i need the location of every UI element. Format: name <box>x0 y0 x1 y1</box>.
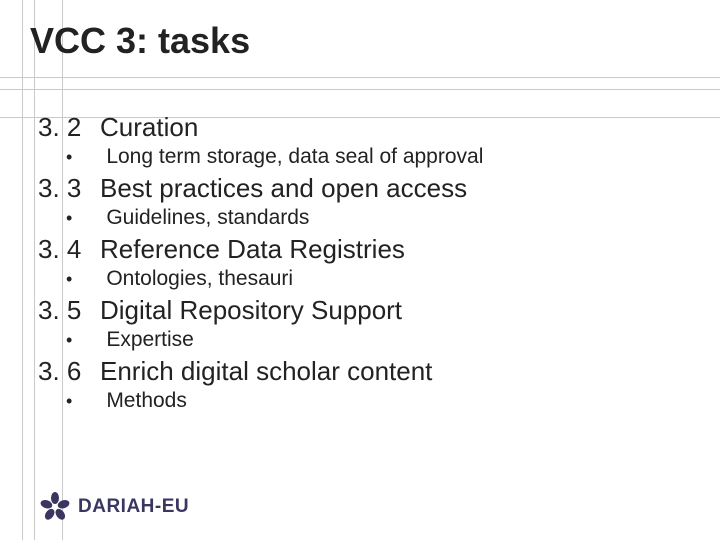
task-label: Best practices and open access <box>100 173 467 204</box>
task-item: 3. 6 Enrich digital scholar content <box>38 356 700 387</box>
bullet-icon: • <box>38 330 72 351</box>
task-sub: • Ontologies, thesauri <box>38 267 700 291</box>
task-label: Reference Data Registries <box>100 234 405 265</box>
grid-horizontal-1 <box>0 77 720 78</box>
grid-vertical-1 <box>22 0 23 540</box>
task-number: 3. 6 <box>38 356 100 387</box>
grid-horizontal-2 <box>0 89 720 90</box>
grid-vertical-2 <box>34 0 35 540</box>
bullet-icon: • <box>38 208 72 229</box>
bullet-icon: • <box>38 269 72 290</box>
bullet-icon: • <box>38 147 72 168</box>
bullet-icon: • <box>38 391 72 412</box>
task-label: Digital Repository Support <box>100 295 402 326</box>
task-sub: • Methods <box>38 389 700 413</box>
slide-title: VCC 3: tasks <box>30 20 250 62</box>
task-item: 3. 3 Best practices and open access <box>38 173 700 204</box>
task-item: 3. 4 Reference Data Registries <box>38 234 700 265</box>
task-subtext: Guidelines, standards <box>72 206 309 230</box>
footer-logo-text: DARIAH-EU <box>78 496 189 518</box>
task-sub: • Long term storage, data seal of approv… <box>38 145 700 169</box>
slide: VCC 3: tasks 3. 2 Curation • Long term s… <box>0 0 720 540</box>
flower-icon <box>40 492 70 522</box>
task-label: Enrich digital scholar content <box>100 356 432 387</box>
task-number: 3. 3 <box>38 173 100 204</box>
task-sub: • Expertise <box>38 328 700 352</box>
task-sub: • Guidelines, standards <box>38 206 700 230</box>
task-number: 3. 5 <box>38 295 100 326</box>
task-number: 3. 4 <box>38 234 100 265</box>
task-number: 3. 2 <box>38 112 100 143</box>
content-list: 3. 2 Curation • Long term storage, data … <box>38 110 700 417</box>
task-subtext: Long term storage, data seal of approval <box>72 145 483 169</box>
task-subtext: Ontologies, thesauri <box>72 267 293 291</box>
task-item: 3. 2 Curation <box>38 112 700 143</box>
task-subtext: Methods <box>72 389 187 413</box>
task-label: Curation <box>100 112 198 143</box>
footer-logo: DARIAH-EU <box>40 492 189 522</box>
task-item: 3. 5 Digital Repository Support <box>38 295 700 326</box>
task-subtext: Expertise <box>72 328 194 352</box>
